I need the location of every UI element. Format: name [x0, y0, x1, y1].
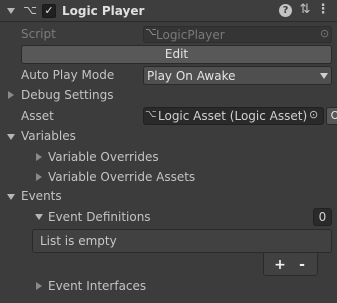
script-object-field: ⌥ LogicPlayer ⊙	[143, 26, 332, 43]
event-definitions-label[interactable]: Event Definitions	[48, 210, 151, 224]
help-icon[interactable]: ?	[279, 4, 292, 17]
asset-label: Asset	[21, 109, 54, 123]
variables-foldout-icon[interactable]	[7, 134, 15, 140]
script-label: Script	[21, 27, 56, 41]
asset-picker-icon[interactable]: ⊙	[309, 108, 318, 121]
event-definitions-foldout-icon[interactable]	[35, 214, 43, 220]
asset-value: Logic Asset (Logic Asset)	[158, 109, 308, 123]
kebab-menu-icon[interactable]: ⋮	[316, 3, 330, 17]
event-interfaces-label[interactable]: Event Interfaces	[48, 279, 146, 293]
object-picker-icon: ⊙	[320, 27, 330, 40]
remove-item-button[interactable]: -	[292, 257, 312, 273]
variable-override-assets-foldout-icon[interactable]	[36, 173, 42, 181]
debug-settings-label[interactable]: Debug Settings	[21, 88, 114, 102]
script-icon: ⌥	[23, 3, 37, 17]
event-definitions-list: List is empty	[32, 229, 332, 253]
asset-open-button[interactable]: O	[326, 107, 337, 125]
edit-button[interactable]: Edit	[21, 45, 332, 64]
event-definitions-count[interactable]: 0	[313, 208, 332, 226]
component-foldout-arrow-icon[interactable]	[7, 8, 15, 14]
auto-play-mode-dropdown[interactable]: Play On Awake	[143, 66, 332, 85]
presets-icon[interactable]: ⇅	[298, 3, 312, 17]
variable-override-assets-label[interactable]: Variable Override Assets	[48, 170, 195, 184]
component-enabled-checkbox[interactable]: ✓	[42, 4, 56, 18]
event-interfaces-foldout-icon[interactable]	[36, 282, 42, 290]
script-value: LogicPlayer	[156, 28, 225, 42]
asset-file-icon: ⌥	[145, 109, 157, 120]
add-item-button[interactable]: +	[270, 257, 290, 273]
variables-label[interactable]: Variables	[21, 129, 76, 143]
variable-overrides-label[interactable]: Variable Overrides	[48, 150, 159, 164]
list-empty-text: List is empty	[40, 234, 117, 248]
script-file-icon: ⌥	[145, 27, 157, 38]
auto-play-mode-value: Play On Awake	[147, 69, 236, 83]
events-foldout-icon[interactable]	[7, 194, 15, 200]
events-label[interactable]: Events	[21, 189, 62, 203]
debug-settings-foldout-icon[interactable]	[8, 91, 14, 99]
chevron-down-icon	[320, 73, 328, 79]
auto-play-mode-label: Auto Play Mode	[21, 68, 115, 82]
variable-overrides-foldout-icon[interactable]	[36, 153, 42, 161]
component-title: Logic Player	[62, 4, 145, 18]
asset-object-field[interactable]: ⌥ Logic Asset (Logic Asset) ⊙	[143, 107, 324, 125]
